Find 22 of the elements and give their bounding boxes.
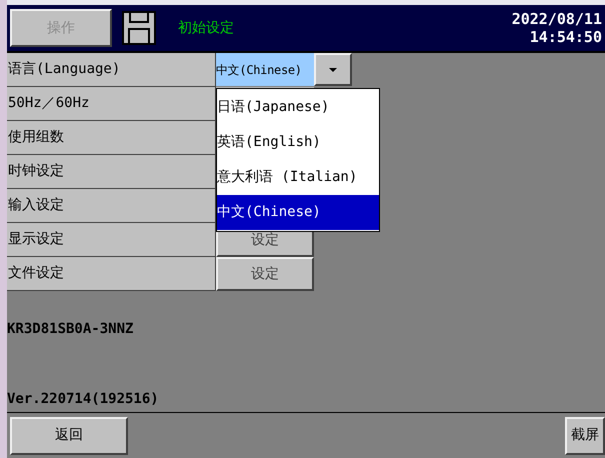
dropdown-option[interactable]: 日语(Japanese) [217,90,379,125]
caret-icon [329,68,337,72]
dropdown-option[interactable]: 中文(Chinese) [217,195,379,230]
setting-button[interactable]: 设定 [216,257,314,291]
setting-label: 50Hz／60Hz [7,87,216,121]
date-text: 2022/08/11 [512,10,602,28]
setting-label: 使用组数 [7,121,216,155]
back-button[interactable]: 返回 [10,416,128,454]
setting-label: 显示设定 [7,223,216,257]
setting-label: 输入设定 [7,189,216,223]
version-text: Ver.220714(192516) [7,390,160,409]
setting-label: 语言(Language) [7,53,216,87]
language-select[interactable]: 中文(Chinese) [216,53,314,86]
time-text: 14:54:50 [530,28,602,46]
screenshot-button[interactable]: 截屏 [565,416,605,454]
dropdown-option[interactable]: 意大利语 (Italian) [217,160,379,195]
dropdown-option[interactable]: 英语(English) [217,125,379,160]
dropdown-button[interactable] [314,53,352,86]
model-text: KR3D81SB0A-3NNZ [7,320,134,339]
screen-title: 初始设定 [178,18,234,38]
setting-label: 文件设定 [7,257,216,291]
setting-label: 时钟设定 [7,155,216,189]
